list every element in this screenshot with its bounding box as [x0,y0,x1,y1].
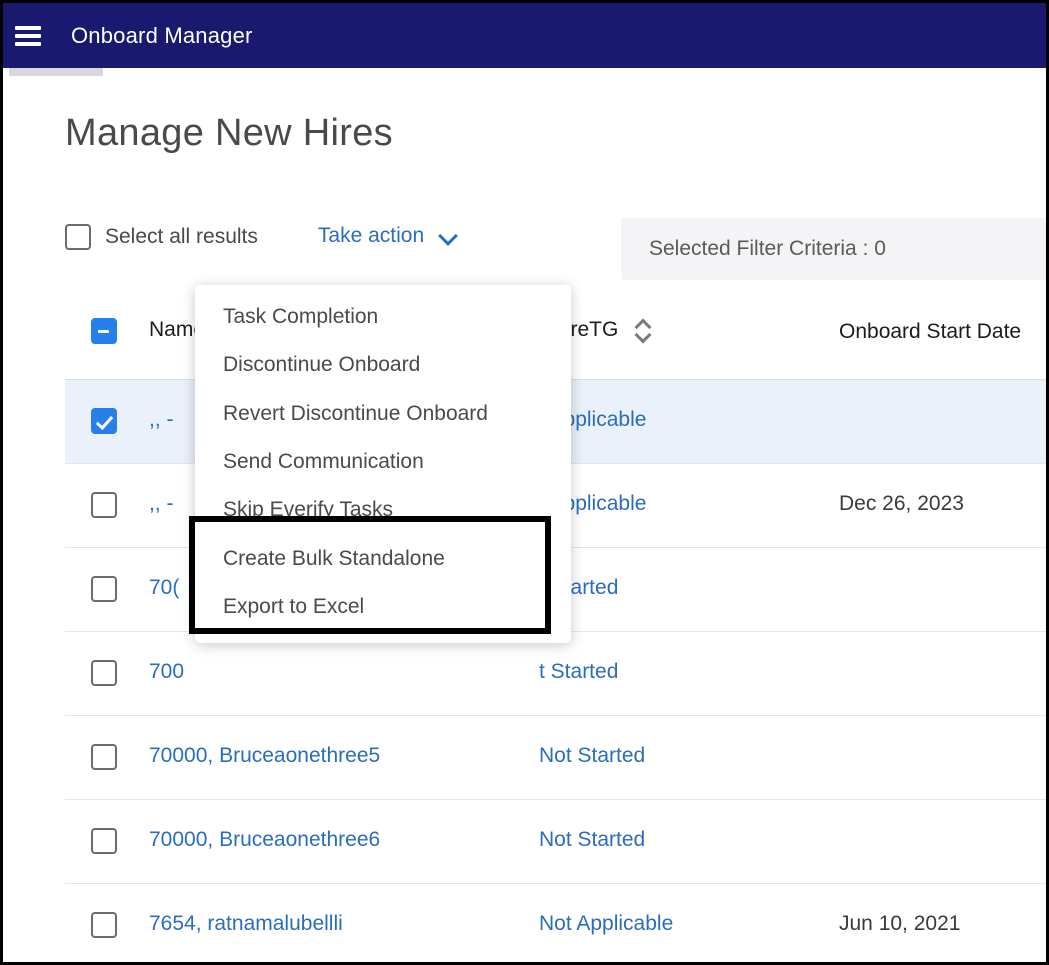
chevron-down-icon [440,228,456,244]
row-select-cell [65,464,149,518]
table-row[interactable]: 700 t Started [65,632,1046,716]
row-select-cell [65,380,149,434]
top-navbar: Onboard Manager [3,3,1046,68]
row-onboard-start-date [839,716,1046,744]
navbar-stub [9,68,103,76]
column-header-status[interactable]: whireTG [539,288,839,346]
row-select-cell [65,632,149,686]
row-status: Not Started [539,744,646,767]
row-status: Not Applicable [539,912,674,935]
selected-filter-criteria-label: Selected Filter Criteria : 0 [649,237,886,260]
select-all-label: Select all results [105,225,258,248]
row-select-cell [65,884,149,938]
row-checkbox[interactable] [91,492,117,518]
app-screen: Onboard Manager Manage New Hires Select … [0,0,1049,965]
column-header-onboard-start-date[interactable]: Onboard Start Date [839,288,1039,347]
results-toolbar: Select all results Take action Selected … [65,218,1046,280]
row-onboard-start-date [839,800,1046,828]
take-action-label: Take action [317,224,425,247]
row-onboard-start-date: Jun 10, 2021 [839,912,961,935]
menu-item-send-communication[interactable]: Send Communication [195,438,571,486]
header-select-cell [65,288,149,344]
row-checkbox[interactable] [91,576,117,602]
page-title: Manage New Hires [65,112,393,154]
row-checkbox[interactable] [91,408,117,434]
take-action-menu: Task Completion Discontinue Onboard Reve… [195,285,571,644]
row-checkbox[interactable] [91,744,117,770]
header-select-all-checkbox[interactable] [91,318,117,344]
selected-filter-criteria[interactable]: Selected Filter Criteria : 0 [621,218,1046,280]
menu-item-task-completion[interactable]: Task Completion [195,293,571,341]
row-checkbox[interactable] [91,660,117,686]
row-checkbox[interactable] [91,912,117,938]
row-select-cell [65,548,149,602]
table-row[interactable]: 70000, Bruceaonethree5 Not Started [65,716,1046,800]
row-checkbox[interactable] [91,828,117,854]
row-onboard-start-date [839,548,1046,576]
row-status: t Applicable [539,408,647,431]
select-all-checkbox[interactable] [65,224,91,250]
select-all-results[interactable]: Select all results [65,224,258,250]
row-status: t Applicable [539,492,647,515]
row-select-cell [65,800,149,854]
menu-item-discontinue-onboard[interactable]: Discontinue Onboard [195,341,571,389]
row-status: t Started [539,660,619,683]
menu-item-create-bulk-standalone[interactable]: Create Bulk Standalone [195,535,571,583]
take-action-dropdown-button[interactable]: Take action [318,224,456,248]
menu-item-revert-discontinue-onboard[interactable]: Revert Discontinue Onboard [195,390,571,438]
app-title: Onboard Manager [71,22,253,48]
table-row[interactable]: 70000, Bruceaonethree6 Not Started [65,800,1046,884]
hamburger-icon[interactable] [15,25,41,46]
row-status: t Started [539,576,619,599]
menu-item-export-to-excel[interactable]: Export to Excel [195,583,571,631]
row-onboard-start-date [839,380,1046,408]
row-onboard-start-date: Dec 26, 2023 [839,492,964,515]
table-row[interactable]: 7654, ratnamalubellli Not Applicable Jun… [65,884,1046,962]
row-select-cell [65,716,149,770]
row-name-link[interactable]: 70000, Bruceaonethree5 [149,716,539,768]
row-name-link[interactable]: 7654, ratnamalubellli [149,884,539,936]
row-status: Not Started [539,828,646,851]
row-name-link[interactable]: 70000, Bruceaonethree6 [149,800,539,852]
menu-item-skip-everify-tasks[interactable]: Skip Everify Tasks [195,486,571,534]
sort-icon[interactable] [634,318,652,346]
row-onboard-start-date [839,632,1046,660]
